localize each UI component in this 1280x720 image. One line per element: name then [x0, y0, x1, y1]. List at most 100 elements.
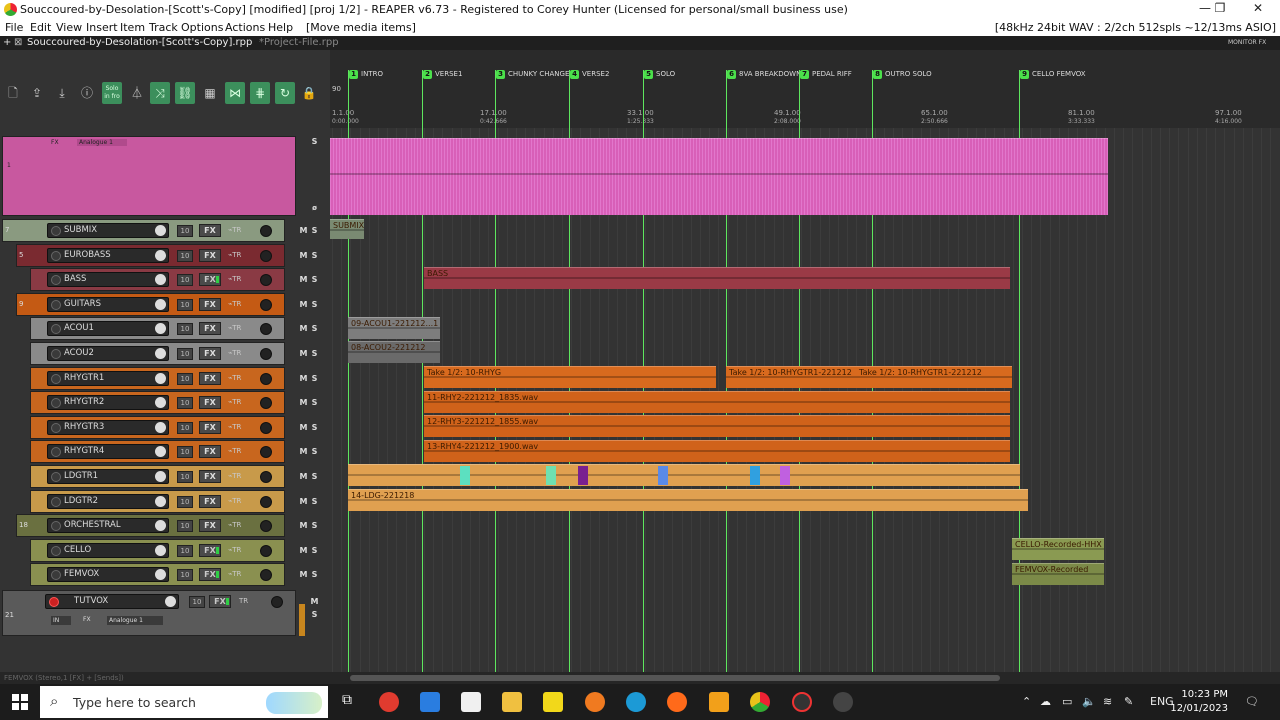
menu-help[interactable]: Help — [268, 21, 293, 34]
track-femvox[interactable]: FEMVOX 10 FX ⌁TR — [30, 563, 285, 586]
track-rhygtr2[interactable]: RHYGTR2 10 FX ⌁TR — [30, 391, 285, 414]
record-arm-icon[interactable] — [51, 497, 61, 507]
mute-button[interactable]: M — [298, 250, 309, 261]
acou1-item[interactable]: 09-ACOU1-221212...1 — [348, 317, 440, 339]
tab-project-file[interactable]: *Project-File.rpp — [259, 37, 339, 48]
volume-knob-icon[interactable] — [155, 446, 166, 457]
rhygtr4-item[interactable]: 13-RHY4-221212_1900.wav — [424, 440, 1010, 462]
io-button[interactable]: 10 — [177, 422, 193, 434]
menu-edit[interactable]: Edit — [30, 21, 51, 34]
fx-button[interactable]: FX — [199, 322, 221, 335]
record-arm-icon[interactable] — [51, 521, 61, 531]
solo-button[interactable]: S — [309, 446, 320, 457]
mute-button[interactable]: M — [298, 323, 309, 334]
track-name-box[interactable]: ACOU1 — [47, 321, 169, 336]
mute-button[interactable]: M — [298, 274, 309, 285]
taskbar-clock[interactable]: 10:23 PM 12/01/2023 — [1170, 688, 1228, 716]
item-grouping-icon[interactable]: ⛓ — [175, 82, 195, 104]
menu-insert[interactable]: Insert — [86, 21, 118, 34]
solo-button[interactable]: S — [309, 225, 320, 236]
record-arm-icon[interactable] — [51, 349, 61, 359]
wifi-icon[interactable]: ≋ — [1103, 695, 1112, 708]
io-button[interactable]: 10 — [177, 520, 193, 532]
track-bass[interactable]: BASS 10 FX ⌁TR — [30, 268, 285, 291]
solo-button[interactable]: S — [309, 569, 320, 580]
menu-actions[interactable]: Actions — [225, 21, 265, 34]
record-arm-icon[interactable] — [51, 300, 61, 310]
track-name[interactable]: RHYGTR3 — [64, 422, 104, 432]
track-name[interactable]: CELLO — [64, 545, 91, 555]
volume-knob-icon[interactable] — [155, 397, 166, 408]
master-plugin-label[interactable]: Analogue 1 — [77, 139, 127, 146]
pan-knob-icon[interactable] — [260, 569, 272, 581]
track-name[interactable]: RHYGTR4 — [64, 446, 104, 456]
io-button[interactable]: 10 — [177, 250, 193, 262]
task-view-icon[interactable]: ⧉ — [337, 692, 357, 712]
io-button[interactable]: 10 — [177, 348, 193, 360]
track-name[interactable]: GUITARS — [64, 299, 101, 309]
fx-button[interactable]: FX — [199, 249, 221, 262]
track-name[interactable]: ORCHESTRAL — [64, 520, 121, 530]
fx-button[interactable]: FX — [199, 568, 221, 581]
input-label[interactable]: IN — [51, 616, 72, 625]
track-name[interactable]: EUROBASS — [64, 250, 111, 260]
store-icon[interactable] — [461, 692, 481, 712]
track-submix[interactable]: 7 SUBMIX 10 FX ⌁TR — [2, 219, 285, 242]
track-name-box[interactable]: GUITARS — [47, 297, 169, 312]
track-name-box[interactable]: LDGTR1 — [47, 469, 169, 484]
record-arm-icon[interactable] — [51, 447, 61, 457]
record-arm-icon[interactable] — [51, 275, 61, 285]
pan-knob-icon[interactable] — [260, 471, 272, 483]
trim-mode-button[interactable]: ⌁TR — [228, 423, 241, 431]
record-arm-icon[interactable] — [51, 472, 61, 482]
solo-button[interactable]: S — [309, 323, 320, 334]
marker-7[interactable]: 7 PEDAL RIFF — [800, 70, 852, 79]
power-app-icon[interactable] — [379, 692, 399, 712]
ldgtr2-item[interactable]: 14-LDG-221218 — [348, 489, 1028, 511]
edge-icon[interactable] — [626, 692, 646, 712]
solo-button[interactable]: S — [309, 348, 320, 359]
menu-options[interactable]: Options — [181, 21, 223, 34]
marker-8[interactable]: 8 OUTRO SOLO — [873, 70, 932, 79]
track-ldgtr1[interactable]: LDGTR1 10 FX ⌁TR — [30, 465, 285, 488]
trim-mode-button[interactable]: TR — [239, 597, 248, 605]
track-name[interactable]: BASS — [64, 274, 86, 284]
tutvox-mute-button[interactable]: M — [309, 596, 320, 607]
track-name-box[interactable]: BASS — [47, 272, 169, 287]
io-button[interactable]: 10 — [177, 569, 193, 581]
pan-knob-icon[interactable] — [271, 596, 283, 608]
volume-knob-icon[interactable] — [155, 348, 166, 359]
track-name-box[interactable]: RHYGTR1 — [47, 371, 169, 386]
io-button[interactable]: 10 — [177, 299, 193, 311]
trim-mode-button[interactable]: ⌁TR — [228, 226, 241, 234]
plugin-label[interactable]: Analogue 1 — [107, 616, 163, 625]
volume-knob-icon[interactable] — [155, 569, 166, 580]
project-settings-icon[interactable]: ⓘ — [77, 82, 97, 104]
track-orchestral[interactable]: 18 ORCHESTRAL 10 FX ⌁TR — [16, 514, 285, 537]
marker-9[interactable]: 9 CELLO FEMVOX — [1020, 70, 1086, 79]
horizontal-scrollbar[interactable] — [330, 672, 1280, 684]
track-name-box[interactable]: SUBMIX — [47, 223, 169, 238]
solo-button[interactable]: S — [309, 299, 320, 310]
track-name[interactable]: ACOU1 — [64, 323, 94, 333]
windows-start-icon[interactable] — [12, 694, 28, 710]
io-button[interactable]: 10 — [177, 225, 193, 237]
record-arm-icon[interactable] — [51, 324, 61, 334]
metronome-icon[interactable]: ⏃ — [127, 82, 147, 104]
trim-mode-button[interactable]: ⌁TR — [228, 570, 241, 578]
notifications-icon[interactable]: 🗨 — [1245, 695, 1259, 708]
app-icon[interactable] — [833, 692, 853, 712]
maximize-button[interactable]: ❐ — [1205, 1, 1235, 19]
grid-icon[interactable]: ⋕ — [250, 82, 270, 104]
record-arm-icon[interactable] — [51, 374, 61, 384]
mute-button[interactable]: M — [298, 299, 309, 310]
acou2-item[interactable]: 08-ACOU2-221212 — [348, 341, 440, 363]
marker-1[interactable]: 1 INTRO — [349, 70, 383, 79]
solo-button[interactable]: S — [309, 422, 320, 433]
track-name-box[interactable]: FEMVOX — [47, 567, 169, 582]
track-name[interactable]: RHYGTR2 — [64, 397, 104, 407]
pan-knob-icon[interactable] — [260, 250, 272, 262]
fx-button[interactable]: FX — [199, 544, 221, 557]
mute-button[interactable]: M — [298, 348, 309, 359]
volume-knob-icon[interactable] — [155, 471, 166, 482]
